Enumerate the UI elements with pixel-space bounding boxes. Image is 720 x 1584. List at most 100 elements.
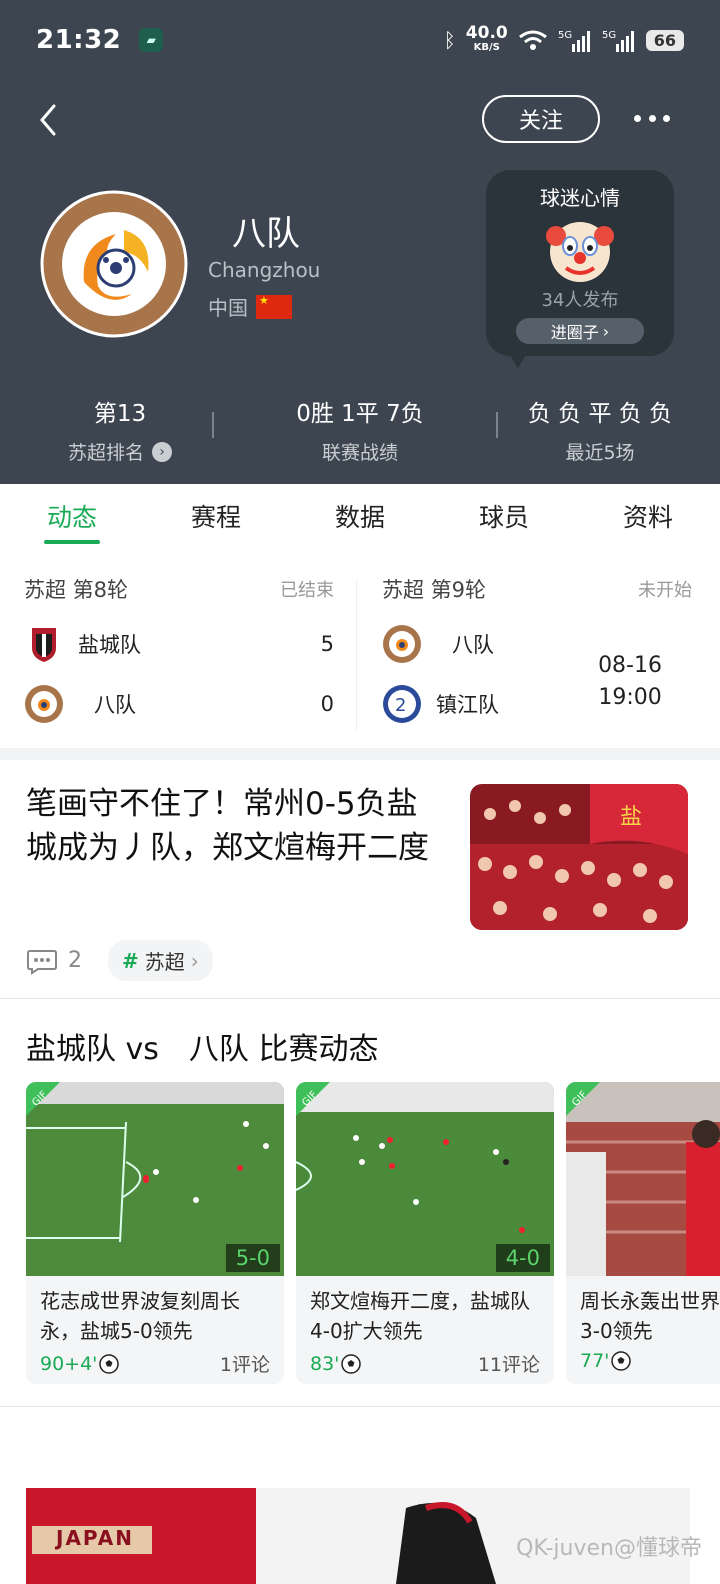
- away-score: 0: [320, 692, 334, 716]
- match-team-row: 八队 0: [24, 674, 334, 734]
- gif-badge-icon: GIF: [296, 1082, 330, 1116]
- section-gap: [0, 748, 720, 760]
- country-name: 中国: [208, 296, 248, 320]
- team-name-away: 镇江队: [436, 693, 499, 717]
- more-options-button[interactable]: [630, 100, 674, 136]
- stat-rank-label: 苏超排名: [67, 442, 144, 464]
- china-flag-icon: [256, 294, 292, 319]
- highlight-card[interactable]: GIF 5-0 花志成世界波复刻周长永，盐城5-0领先 90+4' 1评论: [26, 1082, 284, 1384]
- stat-record-label: 联赛战绩: [321, 442, 398, 464]
- team-name-away: 八队: [94, 693, 136, 717]
- tab-players[interactable]: 球员: [432, 484, 576, 546]
- status-bar: 21:32 ▰ ᛒ 40.0 KB/S 5G 5G 66: [36, 22, 684, 58]
- promo-text: JAPAN: [56, 1526, 134, 1550]
- news-tag[interactable]: # 苏超 ›: [108, 940, 213, 981]
- network-speed-unit: KB/S: [473, 41, 500, 53]
- highlight-card[interactable]: GIF 周长永轰出世界波，盐城3-0领先 77': [566, 1082, 720, 1384]
- match-date: 08-16: [598, 653, 662, 678]
- hash-icon: #: [122, 948, 139, 973]
- recent-matches: 苏超 第8轮 已结束 盐城队 5 八队 0 苏超 第9轮 未开始 八队 2 镇江…: [0, 560, 720, 740]
- gif-badge-icon: GIF: [566, 1082, 600, 1116]
- news-tag-label: 苏超: [144, 950, 185, 974]
- fan-mood-count: 34人发布: [541, 290, 619, 311]
- chevron-right-icon: ›: [602, 321, 610, 341]
- divider: [0, 1406, 720, 1407]
- highlight-title: 郑文煊梅开二度，盐城队4-0扩大领先: [310, 1289, 530, 1343]
- highlight-card[interactable]: GIF 4-0 郑文煊梅开二度，盐城队4-0扩大领先 83' 11评论: [296, 1082, 554, 1384]
- tab-feed[interactable]: 动态: [0, 484, 144, 546]
- changzhou-logo-icon: [383, 625, 421, 663]
- dot-icon: [634, 114, 641, 122]
- news-comment-count: 2: [68, 948, 82, 973]
- stat-recent: 负 负 平 负 负 最近5场: [480, 394, 720, 474]
- changzhou-logo-icon: [25, 685, 63, 723]
- team-country: 中国: [208, 292, 292, 321]
- highlight-footer: 90+4' 1评论: [40, 1350, 270, 1377]
- tab-info[interactable]: 资料: [576, 484, 720, 546]
- team-english-name: Changzhou: [208, 258, 321, 282]
- highlight-footer: 83' 11评论: [310, 1350, 540, 1377]
- join-circle-button[interactable]: 进圈子 ›: [516, 318, 644, 344]
- active-tab-indicator: [44, 540, 100, 544]
- stat-rank-label-row: 苏超排名 ›: [0, 438, 240, 465]
- back-button[interactable]: [30, 98, 70, 142]
- match-header: 苏超 第9轮 未开始: [382, 574, 692, 604]
- match-kickoff: 08-16 19:00: [598, 650, 662, 714]
- comment-icon: [27, 949, 57, 975]
- team-header: 21:32 ▰ ᛒ 40.0 KB/S 5G 5G 66 关注 八队 Chang…: [0, 0, 720, 484]
- match-card-next[interactable]: 苏超 第9轮 未开始 八队 2 镇江队 08-16 19:00: [382, 560, 692, 730]
- chevron-right-circle-icon: ›: [152, 441, 172, 462]
- wifi-icon: [518, 30, 547, 50]
- match-time: 19:00: [598, 685, 662, 710]
- news-meta: 2 # 苏超 ›: [26, 940, 213, 981]
- yancheng-logo-icon: [32, 628, 56, 662]
- highlight-score: 4-0: [495, 1244, 550, 1272]
- dot-icon: [663, 114, 670, 122]
- chevron-right-icon: ›: [190, 948, 199, 973]
- battery-level: 66: [645, 29, 684, 51]
- network-speed-value: 40.0: [465, 22, 508, 43]
- tab-schedule[interactable]: 赛程: [144, 484, 288, 546]
- team-name-home: 盐城队: [78, 633, 141, 657]
- follow-button[interactable]: 关注: [482, 95, 600, 143]
- status-indicators: ᛒ 40.0 KB/S 5G 5G 66: [443, 24, 684, 54]
- stat-record: 0胜 1平 7负 联赛战绩: [240, 394, 480, 474]
- team-logo: [40, 190, 188, 338]
- divider: [0, 998, 720, 999]
- highlight-comments: 1评论: [219, 1354, 270, 1376]
- dot-icon: [648, 114, 656, 122]
- stat-rank[interactable]: 第13 苏超排名 ›: [0, 394, 240, 474]
- team-stats-row: 第13 苏超排名 › 0胜 1平 7负 联赛战绩 负 负 平 负 负 最近5场: [0, 394, 720, 474]
- match-divider: [356, 580, 357, 730]
- network-speed: 40.0 KB/S: [466, 24, 508, 54]
- signal-5g-icon-2: 5G: [602, 30, 634, 52]
- bluetooth-icon: ᛒ: [443, 28, 456, 52]
- tab-data[interactable]: 数据: [288, 484, 432, 546]
- highlight-score: 5-0: [225, 1244, 280, 1272]
- svg-text:5G: 5G: [602, 30, 616, 41]
- stat-recent-label: 最近5场: [565, 442, 635, 464]
- match-league-round: 苏超 第8轮: [24, 578, 129, 602]
- soccer-ball-icon: [341, 1353, 362, 1374]
- news-item[interactable]: 笔画守不住了！常州0-5负盐城成为丿队，郑文煊梅开二度 盐 2 # 苏超 ›: [0, 760, 720, 998]
- gif-badge-icon: GIF: [26, 1082, 60, 1116]
- match-state: 未开始: [638, 580, 692, 601]
- news-title: 笔画守不住了！常州0-5负盐城成为丿队，郑文煊梅开二度: [26, 786, 429, 866]
- news-thumbnail: 盐: [470, 784, 688, 930]
- highlight-minute: 77': [580, 1350, 610, 1372]
- team-name: 八队: [232, 214, 300, 254]
- join-circle-label: 进圈子: [550, 323, 599, 342]
- fan-mood-card[interactable]: 球迷心情 34人发布 进圈子 ›: [486, 170, 674, 356]
- match-team-row: 盐城队 5: [24, 614, 334, 674]
- clown-face-icon: [546, 222, 614, 282]
- team-tabs: 动态 赛程 数据 球员 资料: [0, 484, 720, 546]
- match-state: 已结束: [280, 580, 334, 601]
- soccer-ball-icon: [99, 1353, 120, 1374]
- zhenjiang-logo-icon: 2: [383, 685, 421, 723]
- highlight-title: 周长永轰出世界波，盐城3-0领先: [580, 1289, 720, 1343]
- status-time: 21:32: [36, 25, 122, 55]
- stat-divider: [212, 412, 214, 438]
- match-card-previous[interactable]: 苏超 第8轮 已结束 盐城队 5 八队 0: [24, 560, 334, 730]
- signal-5g-icon: 5G: [558, 30, 590, 52]
- svg-text:盐: 盐: [620, 805, 642, 830]
